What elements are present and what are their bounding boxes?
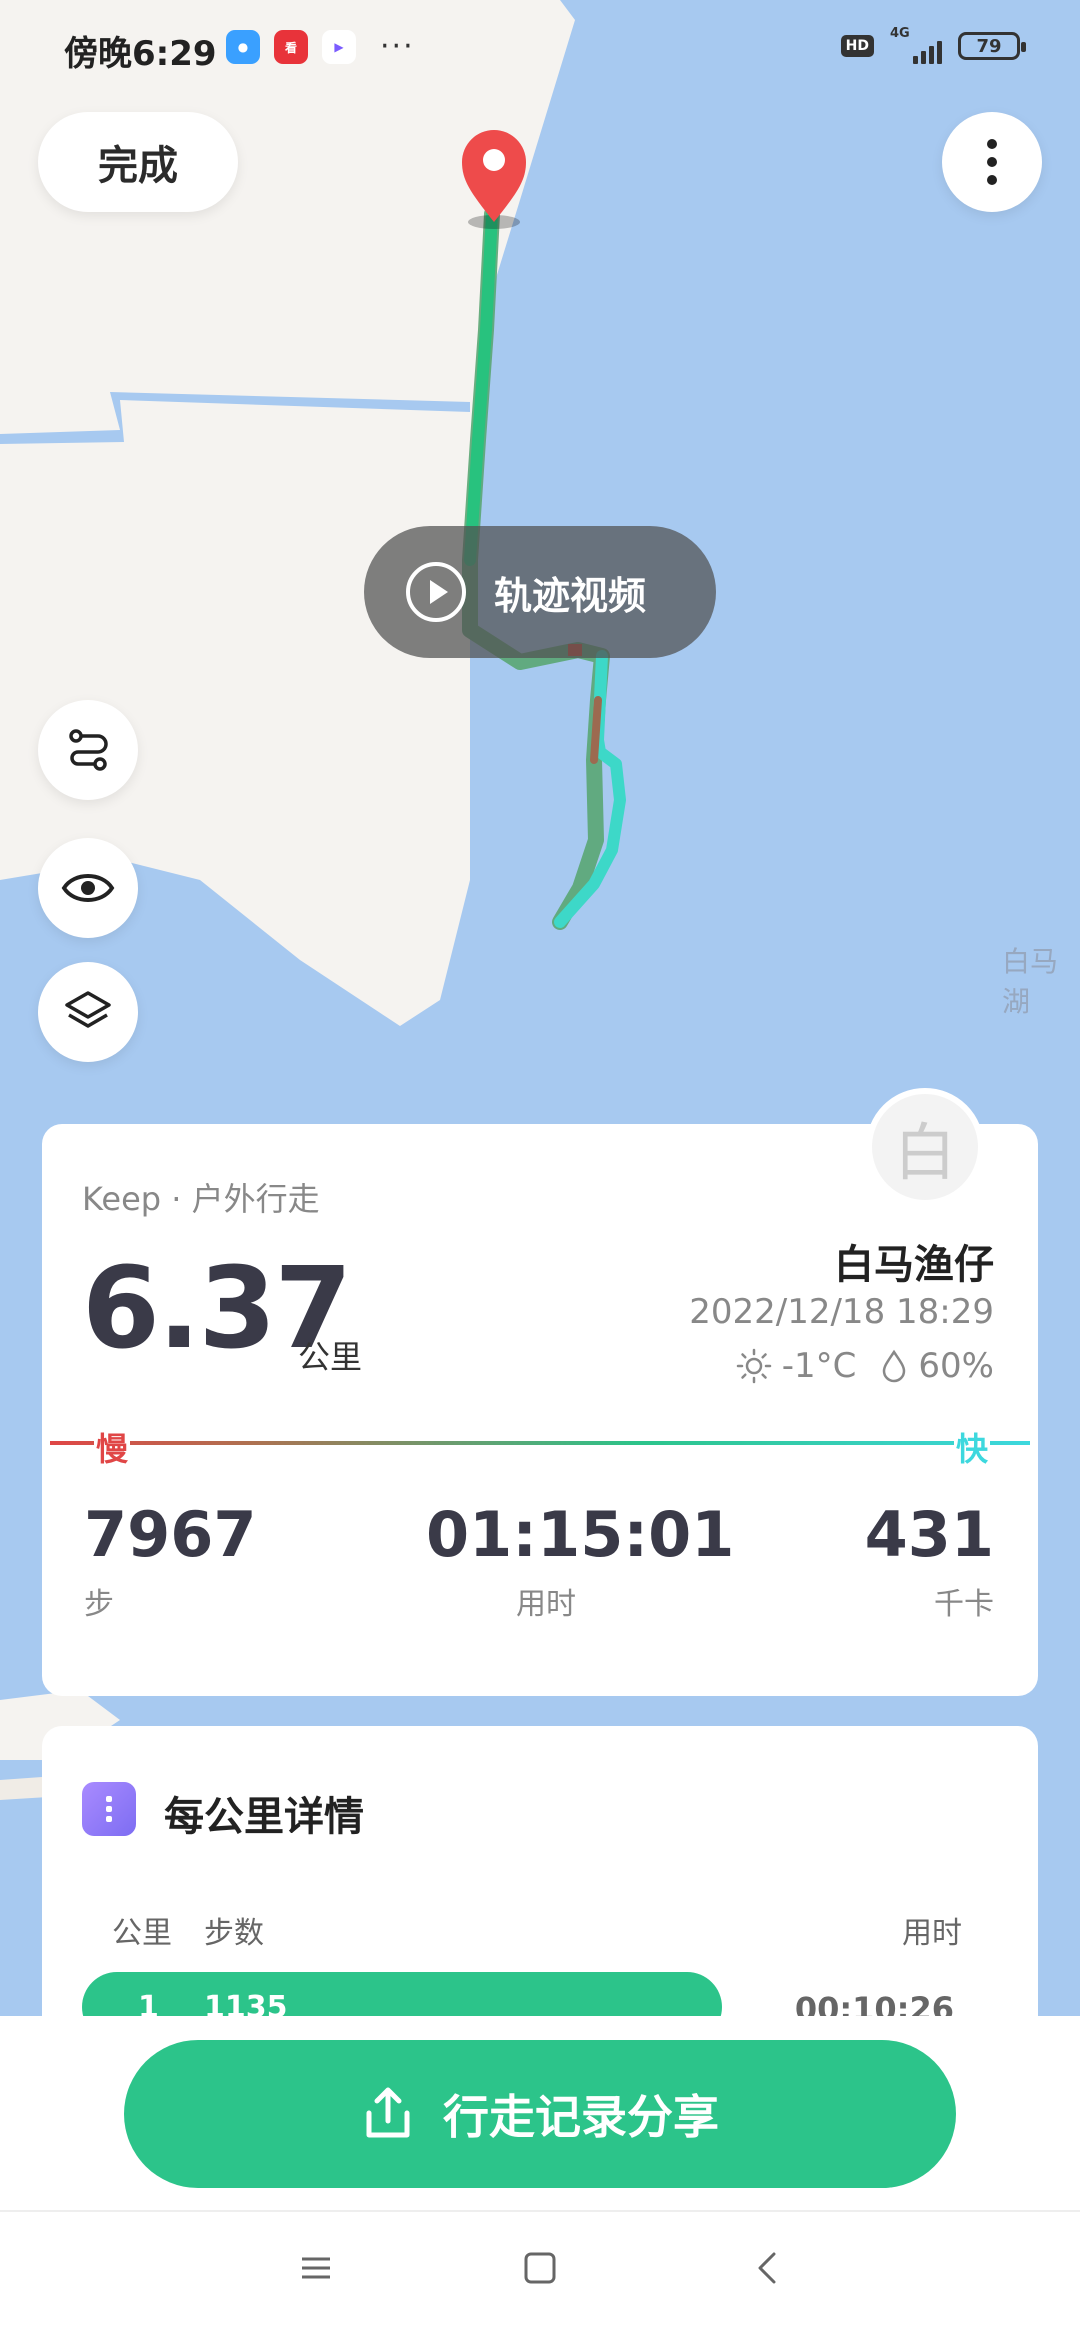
user-name: 白马渔仔 (834, 1242, 994, 1288)
home-icon (524, 2252, 556, 2284)
play-icon (406, 562, 466, 622)
video-app-icon: ▶ (322, 30, 356, 64)
hd-icon: HD (840, 35, 874, 57)
share-record-button[interactable]: 行走记录分享 (124, 2040, 956, 2188)
distance-unit: 公里 (298, 1338, 363, 1376)
visibility-button[interactable] (38, 838, 138, 938)
steps-stat: 7967 步 (84, 1498, 257, 1622)
menu-icon (302, 2257, 330, 2279)
pace-legend: 慢 快 (50, 1424, 1030, 1470)
menu-nav-button[interactable] (298, 2250, 334, 2290)
status-time: 傍晚6:29 (64, 34, 217, 74)
map-place-label: 白马湖 (1002, 945, 1059, 1018)
more-options-button[interactable] (942, 112, 1042, 212)
workout-datetime: 2022/12/18 18:29 (689, 1292, 994, 1332)
pace-slow-label: 慢 (94, 1424, 131, 1470)
workout-summary-card: Keep · 户外行走 6.37 公里 白马渔仔 2022/12/18 18:2… (42, 1124, 1038, 1696)
weather-info: -1°C 60% (736, 1346, 994, 1386)
header-km: 公里 (112, 1916, 172, 1951)
share-icon (366, 2087, 410, 2138)
back-icon (758, 2252, 776, 2284)
battery-icon: 79 (958, 32, 1026, 60)
route-button[interactable] (38, 700, 138, 800)
track-video-label: 轨迹视频 (494, 573, 647, 618)
header-time: 用时 (902, 1916, 962, 1951)
humidity-icon (883, 1349, 906, 1383)
done-button[interactable]: 完成 (38, 112, 238, 212)
back-nav-button[interactable] (750, 2250, 786, 2290)
workout-source: Keep · 户外行走 (82, 1180, 320, 1218)
track-video-button[interactable]: 轨迹视频 (364, 526, 716, 658)
km-details-icon (82, 1782, 136, 1836)
news-app-icon: 看 (274, 30, 308, 64)
status-bar: 傍晚6:29 ● 看 ▶ ··· HD 4G 79 (0, 0, 1080, 96)
share-record-label: 行走记录分享 (443, 2090, 719, 2144)
map-layers-button[interactable] (38, 962, 138, 1062)
home-nav-button[interactable] (522, 2250, 558, 2290)
km-details-title: 每公里详情 (164, 1794, 364, 1840)
header-steps: 步数 (204, 1916, 264, 1951)
eye-icon (61, 874, 115, 902)
sun-icon (736, 1348, 772, 1384)
avatar[interactable]: 白 (866, 1088, 984, 1206)
temperature: -1°C (781, 1346, 857, 1386)
signal-icon: 4G (890, 26, 942, 64)
calories-stat: 431 千卡 (864, 1498, 994, 1622)
duration-stat: 01:15:01 用时 (426, 1498, 735, 1622)
layers-icon (65, 991, 111, 1028)
humidity: 60% (918, 1346, 994, 1386)
more-notifications-icon: ··· (380, 29, 415, 64)
app-notification-icon: ● (226, 30, 260, 64)
route-icon (69, 729, 108, 771)
pace-fast-label: 快 (953, 1424, 990, 1470)
